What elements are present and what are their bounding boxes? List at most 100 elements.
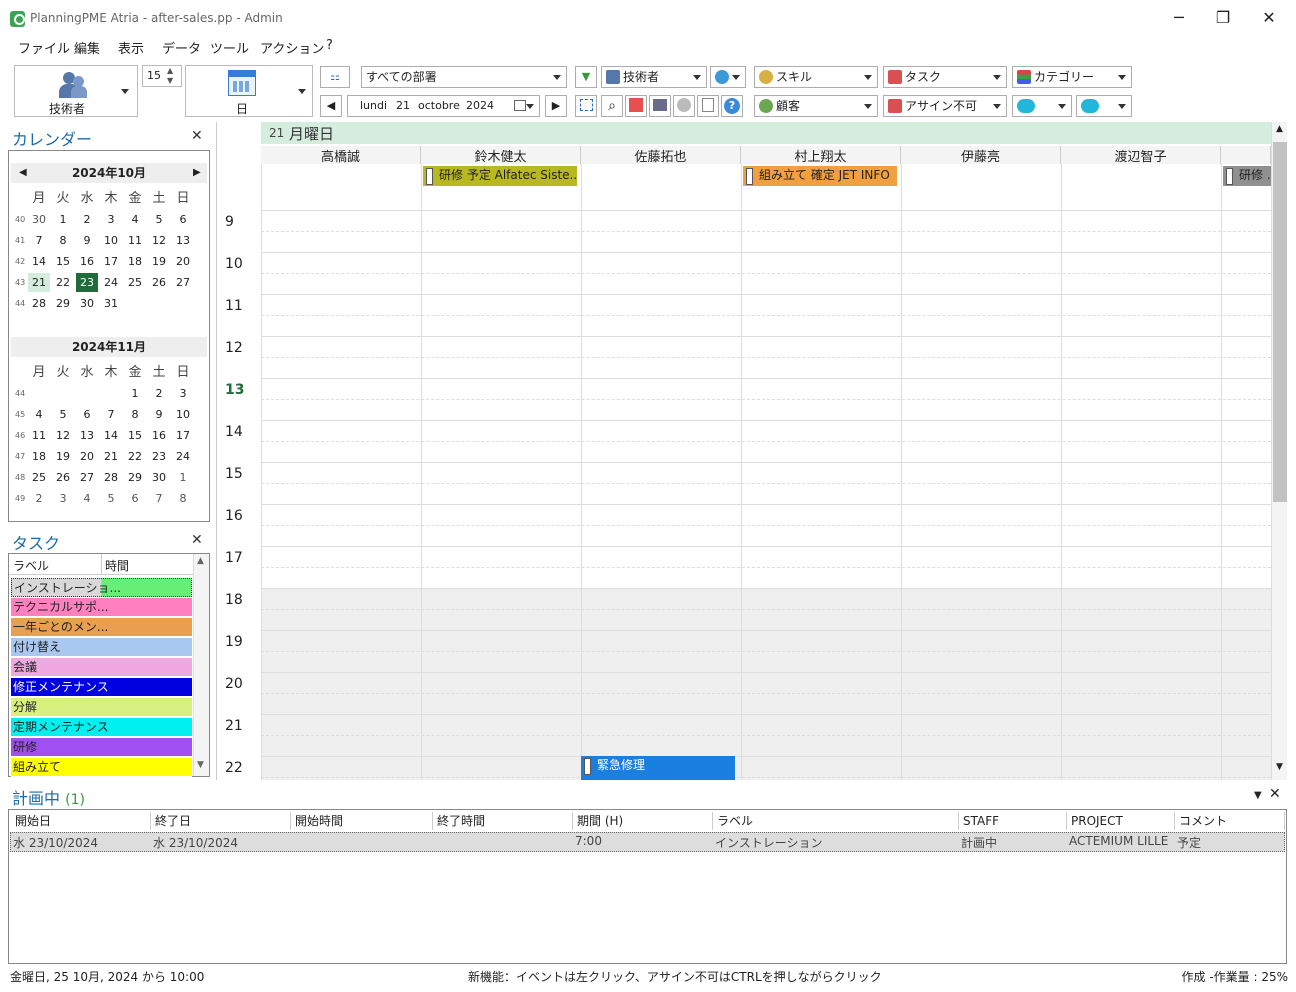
resource-column-header[interactable]: 渡辺智子 [1061,146,1221,165]
calendar-day[interactable]: 8 [124,405,146,424]
calendar-day[interactable]: 21 [100,447,122,466]
calendar-day[interactable]: 18 [28,447,50,466]
task-col-time[interactable]: 時間 [105,557,129,574]
planner-grid[interactable]: 21 月曜日 高橋誠 鈴木健太 佐藤拓也 村上翔太 伊藤亮 渡辺智子 9 10 11 12 13 1… [216,122,1287,780]
calendar-day[interactable]: 8 [52,231,74,250]
next-month-icon[interactable]: ▶ [193,167,201,178]
menu-view[interactable]: 表示 [118,38,144,57]
calendar-day[interactable]: 20 [172,252,194,271]
resource-column-header[interactable]: 村上翔太 [741,146,901,165]
scroll-thumb[interactable] [1273,142,1287,502]
task-item[interactable]: インストレーショ... [11,578,192,597]
calendar-day[interactable]: 13 [76,426,98,445]
calendar-day[interactable]: 15 [52,252,74,271]
calendar-day[interactable]: 16 [148,426,170,445]
event-emergency-repair[interactable]: 緊急修理 [581,756,735,780]
calendar-day[interactable] [28,384,50,403]
scroll-down-icon[interactable]: ▼ [1276,762,1283,772]
resource-type-selector[interactable]: 技術者 [14,65,138,117]
percent-dropdown[interactable] [710,66,746,88]
calendar-day[interactable]: 29 [124,468,146,487]
spin-down-icon[interactable]: ▼ [167,76,173,85]
task-item[interactable]: 一年ごとのメン... [11,618,192,637]
calendar-day[interactable] [52,384,74,403]
calendar-day[interactable]: 3 [52,489,74,508]
calendar-day[interactable]: 4 [76,489,98,508]
calendar-day[interactable]: 14 [100,426,122,445]
task-dropdown[interactable]: タスク [883,66,1007,88]
help-button[interactable]: ? [721,95,743,117]
calendar-day[interactable]: 2 [76,210,98,229]
spin-up-icon[interactable]: ▲ [167,66,173,75]
toggle-dropdown-1[interactable] [1012,95,1072,117]
calendar-day[interactable]: 22 [124,447,146,466]
task-item[interactable]: 修正メンテナンス [11,678,192,697]
calendar-day[interactable]: 15 [124,426,146,445]
search-button[interactable]: ⌕ [601,95,623,117]
calendar-day[interactable]: 2 [28,489,50,508]
calendar-day[interactable]: 8 [172,489,194,508]
scroll-up-icon[interactable]: ▲ [1276,124,1283,134]
calendar-day[interactable]: 29 [52,294,74,313]
calendar-day[interactable] [100,384,122,403]
hierarchy-button[interactable]: ⚏ [320,66,350,88]
calendar-day[interactable]: 25 [28,468,50,487]
calendar-day[interactable]: 24 [100,273,122,292]
scroll-down-icon[interactable]: ▼ [197,760,204,770]
resource-column-header[interactable]: 伊藤亮 [901,146,1061,165]
calendar-day[interactable]: 23 [148,447,170,466]
list-menu-icon[interactable]: ▼ [1254,790,1262,801]
calendar-day[interactable]: 24 [172,447,194,466]
calendar-day[interactable]: 4 [28,405,50,424]
resource-column-header[interactable]: 鈴木健太 [421,146,581,165]
event-training-alfatec[interactable]: 研修 予定 Alfatec Siste... [423,166,577,186]
menu-file[interactable]: ファイル [18,38,70,57]
task-scrollbar[interactable]: ▲ ▼ [193,554,209,776]
view-mode-selector[interactable]: 日 [185,65,313,117]
list-close-icon[interactable]: ✕ [1269,786,1281,802]
task-close-icon[interactable]: ✕ [191,532,203,548]
minimize-button[interactable]: ─ [1156,6,1202,32]
chart-button[interactable] [673,95,695,117]
date-picker[interactable]: lundi 21 octobre 2024 [347,95,540,117]
task-item[interactable]: 研修 [11,738,192,757]
department-dropdown[interactable]: すべての部署 [361,66,567,88]
calendar-day[interactable]: 12 [148,231,170,250]
list-column-header[interactable]: 期間 (H) [573,812,713,830]
print-button[interactable] [649,95,671,117]
calendar-day[interactable]: 30 [148,468,170,487]
calendar-day[interactable]: 2 [148,384,170,403]
calendar-day[interactable]: 19 [52,447,74,466]
calendar-day[interactable]: 5 [52,405,74,424]
calendar-day[interactable]: 14 [28,252,50,271]
calendar-day[interactable]: 26 [52,468,74,487]
select-area-button[interactable] [575,95,597,117]
calendar-day[interactable]: 7 [100,405,122,424]
list-column-header[interactable]: STAFF [959,812,1067,830]
calendar-day[interactable]: 11 [124,231,146,250]
calendar-day[interactable]: 6 [124,489,146,508]
calendar-day[interactable]: 28 [28,294,50,313]
calendar-day[interactable]: 1 [52,210,74,229]
list-column-header[interactable]: コメント [1175,812,1285,830]
list-column-header[interactable]: 終了日 [151,812,291,830]
calendar-day[interactable]: 27 [172,273,194,292]
calendar-day[interactable]: 10 [100,231,122,250]
next-date-button[interactable]: ▶ [545,95,567,117]
calendar-day[interactable]: 4 [124,210,146,229]
calendar-day[interactable]: 3 [172,384,194,403]
event-assembly-jetinfo[interactable]: 組み立て 確定 JET INFO [743,166,897,186]
unavailability-dropdown[interactable]: アサイン不可 [883,95,1007,117]
export-button[interactable] [697,95,719,117]
calendar-close-icon[interactable]: ✕ [191,128,203,144]
calendar-day[interactable]: 30 [28,210,50,229]
calendar-day[interactable]: 3 [100,210,122,229]
calendar-day[interactable]: 21 [28,273,50,292]
task-col-label[interactable]: ラベル [13,557,49,574]
calendar-day[interactable]: 6 [172,210,194,229]
calendar-day[interactable]: 30 [76,294,98,313]
calendar-day[interactable]: 23 [76,273,98,292]
calendar-day[interactable]: 16 [76,252,98,271]
menu-help[interactable]: ? [326,38,333,53]
calendar-day[interactable]: 7 [28,231,50,250]
